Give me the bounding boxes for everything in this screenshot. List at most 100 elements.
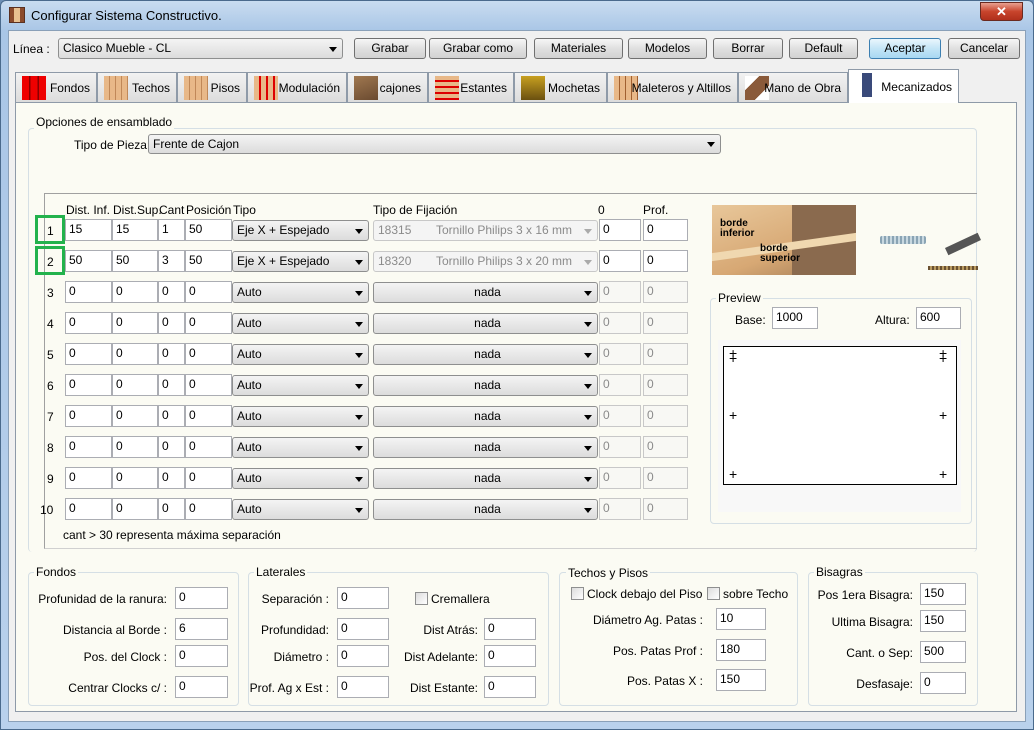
fijacion-select[interactable]: 18315 Tornillo Philips 3 x 16 mm xyxy=(373,220,598,241)
dist-sup-input[interactable]: 0 xyxy=(112,374,158,396)
dist-inf-input[interactable]: 15 xyxy=(65,219,112,241)
dist-sup-input[interactable]: 0 xyxy=(112,281,158,303)
fijacion-select[interactable]: nada xyxy=(373,313,598,334)
grabar-button[interactable]: Grabar xyxy=(354,38,426,59)
prof-input[interactable]: 0 xyxy=(643,250,688,272)
borrar-button[interactable]: Borrar xyxy=(713,38,783,59)
col-0-input[interactable]: 0 xyxy=(599,436,641,458)
tipo-select[interactable]: Auto xyxy=(232,468,369,489)
prof-input[interactable]: 0 xyxy=(643,312,688,334)
tab-mano-de-obra[interactable]: Mano de Obra xyxy=(738,72,848,102)
prof-input[interactable]: 0 xyxy=(643,405,688,427)
col-0-input[interactable]: 0 xyxy=(599,219,641,241)
cant-input[interactable]: 0 xyxy=(158,374,185,396)
prof-input[interactable]: 0 xyxy=(643,219,688,241)
tipo-select[interactable]: Eje X + Espejado xyxy=(232,251,369,272)
tab-cajones[interactable]: cajones xyxy=(347,72,428,102)
fijacion-select[interactable]: nada xyxy=(373,375,598,396)
cant-input[interactable]: 0 xyxy=(158,343,185,365)
col-0-input[interactable]: 0 xyxy=(599,374,641,396)
dist-inf-input[interactable]: 0 xyxy=(65,436,112,458)
prof-input[interactable]: 0 xyxy=(643,467,688,489)
dist-sup-input[interactable]: 0 xyxy=(112,405,158,427)
dist-inf-input[interactable]: 50 xyxy=(65,250,112,272)
cant-input[interactable]: 0 xyxy=(158,467,185,489)
tab-maleteros-y-altillos[interactable]: Maleteros y Altillos xyxy=(607,72,738,102)
bisagras-field-input[interactable]: 150 xyxy=(920,610,966,632)
col-0-input[interactable]: 0 xyxy=(599,281,641,303)
laterales-field-input[interactable]: 0 xyxy=(337,587,389,609)
tipo-select[interactable]: Auto xyxy=(232,437,369,458)
prof-input[interactable]: 0 xyxy=(643,498,688,520)
fijacion-select[interactable]: nada xyxy=(373,499,598,520)
tab-techos[interactable]: Techos xyxy=(97,72,177,102)
prof-input[interactable]: 0 xyxy=(643,374,688,396)
col-0-input[interactable]: 0 xyxy=(599,343,641,365)
tipo-select[interactable]: Auto xyxy=(232,406,369,427)
posicion-input[interactable]: 0 xyxy=(185,312,232,334)
tipo-pieza-select[interactable]: Frente de Cajon xyxy=(148,134,721,154)
close-button[interactable]: ✕ xyxy=(980,2,1023,21)
dist-inf-input[interactable]: 0 xyxy=(65,374,112,396)
col-0-input[interactable]: 0 xyxy=(599,250,641,272)
prof-input[interactable]: 0 xyxy=(643,281,688,303)
cant-input[interactable]: 0 xyxy=(158,281,185,303)
fijacion-select[interactable]: nada xyxy=(373,344,598,365)
col-0-input[interactable]: 0 xyxy=(599,498,641,520)
posicion-input[interactable]: 50 xyxy=(185,219,232,241)
col-0-input[interactable]: 0 xyxy=(599,405,641,427)
clock-debajo-piso-checkbox[interactable] xyxy=(571,587,584,600)
cremallera-checkbox[interactable] xyxy=(415,592,428,605)
fijacion-select[interactable]: nada xyxy=(373,437,598,458)
posicion-input[interactable]: 0 xyxy=(185,281,232,303)
dist-sup-input[interactable]: 0 xyxy=(112,436,158,458)
prof-input[interactable]: 0 xyxy=(643,343,688,365)
bisagras-field-input[interactable]: 500 xyxy=(920,641,966,663)
dist-inf-input[interactable]: 0 xyxy=(65,405,112,427)
posicion-input[interactable]: 0 xyxy=(185,467,232,489)
cant-input[interactable]: 0 xyxy=(158,312,185,334)
dist-sup-input[interactable]: 0 xyxy=(112,467,158,489)
tab-modulación[interactable]: Modulación xyxy=(247,72,347,102)
dist-inf-input[interactable]: 0 xyxy=(65,281,112,303)
posicion-input[interactable]: 0 xyxy=(185,343,232,365)
dist-sup-input[interactable]: 50 xyxy=(112,250,158,272)
grabar-como-button[interactable]: Grabar como xyxy=(429,38,527,59)
cant-input[interactable]: 0 xyxy=(158,436,185,458)
cant-input[interactable]: 0 xyxy=(158,498,185,520)
dist-inf-input[interactable]: 0 xyxy=(65,498,112,520)
fijacion-select[interactable]: nada xyxy=(373,406,598,427)
fijacion-select[interactable]: nada xyxy=(373,282,598,303)
posicion-input[interactable]: 0 xyxy=(185,374,232,396)
modelos-button[interactable]: Modelos xyxy=(628,38,707,59)
posicion-input[interactable]: 0 xyxy=(185,405,232,427)
dist-inf-input[interactable]: 0 xyxy=(65,467,112,489)
fijacion-select[interactable]: nada xyxy=(373,468,598,489)
base-input[interactable]: 1000 xyxy=(772,307,818,329)
tab-fondos[interactable]: Fondos xyxy=(15,72,97,102)
tipo-select[interactable]: Auto xyxy=(232,344,369,365)
tipo-select[interactable]: Auto xyxy=(232,313,369,334)
bisagras-field-input[interactable]: 0 xyxy=(920,672,966,694)
dist-inf-input[interactable]: 0 xyxy=(65,343,112,365)
col-0-input[interactable]: 0 xyxy=(599,467,641,489)
bisagras-field-input[interactable]: 150 xyxy=(920,583,966,605)
tipo-select[interactable]: Auto xyxy=(232,375,369,396)
tab-pisos[interactable]: Pisos xyxy=(177,72,247,102)
posicion-input[interactable]: 50 xyxy=(185,250,232,272)
tab-estantes[interactable]: Estantes xyxy=(428,72,514,102)
tipo-select[interactable]: Eje X + Espejado xyxy=(232,220,369,241)
dist-sup-input[interactable]: 0 xyxy=(112,343,158,365)
dist-sup-input[interactable]: 0 xyxy=(112,312,158,334)
aceptar-button[interactable]: Aceptar xyxy=(869,38,941,59)
posicion-input[interactable]: 0 xyxy=(185,436,232,458)
materiales-button[interactable]: Materiales xyxy=(534,38,623,59)
cant-input[interactable]: 3 xyxy=(158,250,185,272)
fijacion-select[interactable]: 18320 Tornillo Philips 3 x 20 mm xyxy=(373,251,598,272)
default-button[interactable]: Default xyxy=(789,38,858,59)
posicion-input[interactable]: 0 xyxy=(185,498,232,520)
cant-input[interactable]: 0 xyxy=(158,405,185,427)
altura-input[interactable]: 600 xyxy=(916,307,961,329)
dist-sup-input[interactable]: 0 xyxy=(112,498,158,520)
dist-inf-input[interactable]: 0 xyxy=(65,312,112,334)
